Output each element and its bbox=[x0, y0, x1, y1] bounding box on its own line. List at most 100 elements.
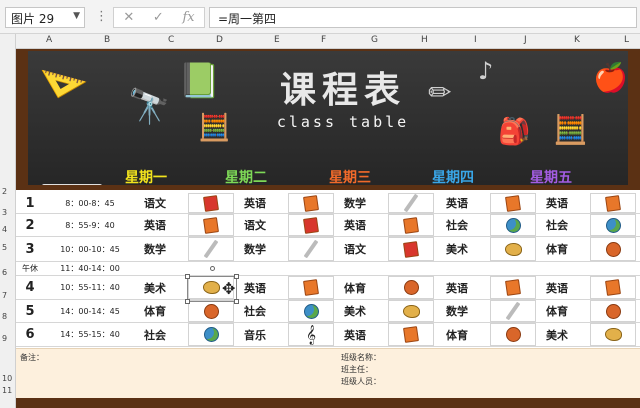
subject-icon-cell[interactable] bbox=[590, 323, 636, 346]
subject-icon-cell[interactable] bbox=[388, 276, 434, 299]
column-header[interactable]: F bbox=[321, 35, 326, 45]
subject-cell[interactable]: 英语 bbox=[540, 276, 588, 299]
row-header[interactable]: 9 bbox=[2, 334, 7, 343]
subject-icon-cell[interactable] bbox=[388, 300, 434, 322]
subject-cell[interactable]: 美术 bbox=[540, 323, 588, 346]
subject-icon-cell[interactable] bbox=[388, 193, 434, 213]
subject-cell[interactable]: 数学 bbox=[238, 237, 286, 261]
column-header[interactable]: L bbox=[624, 35, 629, 45]
schedule-title: 课程表 bbox=[279, 69, 406, 111]
subject-icon-cell[interactable] bbox=[188, 214, 234, 236]
insert-function-icon[interactable]: fx bbox=[182, 10, 194, 25]
resize-handle[interactable] bbox=[234, 299, 239, 304]
period-number: 2 bbox=[25, 217, 35, 233]
column-header[interactable]: C bbox=[168, 35, 174, 45]
column-header[interactable]: J bbox=[524, 35, 527, 45]
subject-cell[interactable]: 数学 bbox=[338, 193, 386, 213]
subject-cell[interactable]: 体育 bbox=[540, 300, 588, 322]
resize-handle[interactable] bbox=[185, 274, 190, 279]
subject-icon-cell[interactable] bbox=[590, 276, 636, 299]
subject-cell[interactable]: 英语 bbox=[540, 193, 588, 213]
subject-cell[interactable]: 体育 bbox=[540, 237, 588, 261]
subject-cell[interactable]: 音乐 bbox=[238, 323, 286, 346]
subject-cell[interactable]: 数学 bbox=[440, 300, 488, 322]
column-header[interactable]: H bbox=[421, 35, 428, 45]
subject-icon-cell[interactable] bbox=[288, 237, 334, 261]
subject-cell[interactable]: 数学 bbox=[138, 237, 186, 261]
resize-handle[interactable] bbox=[185, 299, 190, 304]
sheet-tab[interactable] bbox=[42, 184, 102, 185]
name-box[interactable]: 图片 29 ▼ bbox=[5, 7, 85, 28]
formula-input[interactable]: =周一第四 bbox=[209, 7, 637, 28]
chevron-down-icon[interactable]: ▼ bbox=[73, 11, 80, 21]
column-header[interactable]: A bbox=[46, 35, 52, 45]
column-header[interactable]: G bbox=[371, 35, 378, 45]
subject-cell[interactable]: 英语 bbox=[138, 214, 186, 236]
book-icon: 📗 bbox=[178, 61, 221, 101]
column-header[interactable]: K bbox=[574, 35, 580, 45]
subject-cell[interactable]: 美术 bbox=[440, 237, 488, 261]
subject-cell[interactable]: 英语 bbox=[338, 214, 386, 236]
subject-cell[interactable]: 语文 bbox=[238, 214, 286, 236]
subject-cell[interactable]: 社会 bbox=[440, 214, 488, 236]
subject-icon-cell[interactable] bbox=[388, 214, 434, 236]
cancel-icon[interactable]: ✕ bbox=[123, 10, 134, 25]
subject-cell[interactable]: 体育 bbox=[138, 300, 186, 322]
subject-cell[interactable]: 语文 bbox=[138, 193, 186, 213]
row-header[interactable]: 8 bbox=[2, 312, 7, 321]
enter-icon[interactable]: ✓ bbox=[153, 10, 164, 25]
subject-icon-cell[interactable] bbox=[590, 237, 636, 261]
subject-cell[interactable]: 美术 bbox=[138, 276, 186, 299]
subject-icon-cell[interactable] bbox=[388, 323, 434, 346]
subject-icon-cell[interactable] bbox=[188, 193, 234, 213]
subject-icon-cell[interactable] bbox=[188, 300, 234, 322]
subject-icon-cell[interactable] bbox=[188, 323, 234, 346]
subject-icon-cell[interactable] bbox=[188, 237, 234, 261]
subject-cell[interactable]: 体育 bbox=[440, 323, 488, 346]
subject-icon-cell[interactable] bbox=[590, 300, 636, 322]
subject-icon-cell[interactable] bbox=[590, 193, 636, 213]
subject-cell[interactable]: 社会 bbox=[238, 300, 286, 322]
row-header[interactable]: 5 bbox=[2, 243, 7, 252]
subject-icon-cell[interactable] bbox=[288, 300, 334, 322]
column-header[interactable]: B bbox=[104, 35, 110, 45]
row-header[interactable]: 10 bbox=[2, 374, 12, 383]
ruler-icon: 📐 bbox=[39, 52, 90, 101]
subject-icon-cell[interactable] bbox=[490, 237, 536, 261]
row-header[interactable]: 2 bbox=[2, 187, 7, 196]
period-time: 14：55-15：40 bbox=[60, 330, 120, 339]
book-icon bbox=[303, 194, 319, 212]
subject-icon-cell[interactable] bbox=[490, 214, 536, 236]
more-options-icon[interactable]: ⋮ bbox=[95, 9, 108, 24]
subject-cell[interactable]: 英语 bbox=[440, 276, 488, 299]
row-header[interactable]: 7 bbox=[2, 291, 7, 300]
subject-cell[interactable]: 社会 bbox=[540, 214, 588, 236]
row-header[interactable]: 6 bbox=[2, 268, 7, 277]
subject-icon-cell[interactable] bbox=[490, 300, 536, 322]
subject-cell[interactable]: 英语 bbox=[238, 193, 286, 213]
subject-icon-cell[interactable]: 𝄞 bbox=[288, 323, 334, 346]
subject-cell[interactable]: 语文 bbox=[338, 237, 386, 261]
subject-icon-cell[interactable] bbox=[288, 276, 334, 299]
subject-cell[interactable]: 英语 bbox=[440, 193, 488, 213]
subject-icon-cell[interactable] bbox=[388, 237, 434, 261]
row-header[interactable]: 11 bbox=[2, 386, 12, 395]
rotate-handle[interactable] bbox=[210, 266, 215, 271]
subject-icon-cell[interactable] bbox=[288, 214, 334, 236]
subject-icon-cell[interactable] bbox=[490, 276, 536, 299]
subject-icon-cell[interactable] bbox=[490, 323, 536, 346]
selected-picture[interactable]: ✥ bbox=[185, 266, 239, 304]
subject-icon-cell[interactable] bbox=[288, 193, 334, 213]
row-header[interactable]: 4 bbox=[2, 225, 7, 234]
subject-cell[interactable]: 社会 bbox=[138, 323, 186, 346]
subject-cell[interactable]: 英语 bbox=[338, 323, 386, 346]
subject-cell[interactable]: 英语 bbox=[238, 276, 286, 299]
column-header[interactable]: E bbox=[274, 35, 280, 45]
row-header[interactable]: 3 bbox=[2, 208, 7, 217]
column-header[interactable]: I bbox=[474, 35, 477, 45]
subject-cell[interactable]: 体育 bbox=[338, 276, 386, 299]
subject-icon-cell[interactable] bbox=[590, 214, 636, 236]
subject-cell[interactable]: 美术 bbox=[338, 300, 386, 322]
column-header[interactable]: D bbox=[216, 35, 223, 45]
subject-icon-cell[interactable] bbox=[490, 193, 536, 213]
